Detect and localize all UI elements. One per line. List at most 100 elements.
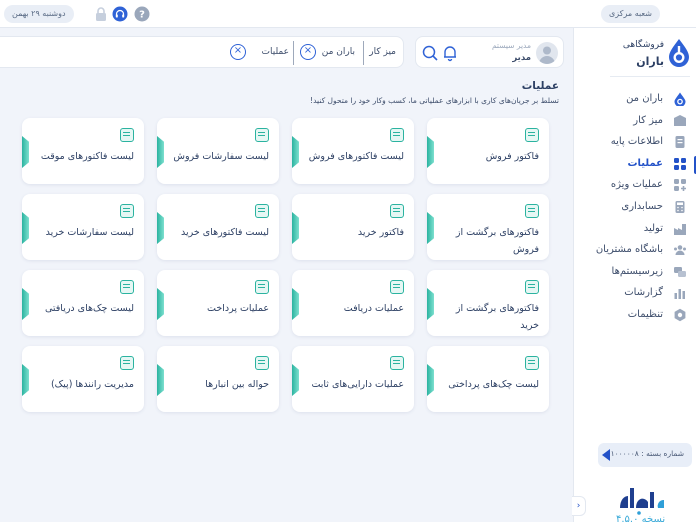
card-received-cheques-list[interactable]: لیست چک‌های دریافتی xyxy=(22,270,144,336)
customers-icon xyxy=(674,245,686,256)
card-purchase-invoice[interactable]: فاکتور خرید xyxy=(292,194,414,260)
card-paid-cheques-list[interactable]: لیست چک‌های پرداختی xyxy=(427,346,549,412)
receive-icon xyxy=(390,280,404,294)
card-label: مدیریت رانندها (پیک) xyxy=(50,379,134,390)
sidebar-item-label: تنظیمات xyxy=(627,308,663,320)
card-payment-operations[interactable]: عملیات پرداخت xyxy=(157,270,279,336)
card-label: فاکتورهای برگشت از خرید xyxy=(455,303,539,331)
package-number[interactable]: شماره بسته : ۱۰۰۰۰۰۸ xyxy=(598,443,692,467)
draft-list-icon xyxy=(120,128,134,142)
card-sales-invoice[interactable]: فاکتور فروش xyxy=(427,118,549,184)
basket-icon xyxy=(255,128,269,142)
card-accent xyxy=(292,212,299,244)
help-icon[interactable]: ? xyxy=(134,6,150,22)
card-label: حواله بین انبارها xyxy=(205,379,269,390)
tab-baran-man[interactable]: باران من × xyxy=(294,37,363,67)
package-number-label: شماره بسته : ۱۰۰۰۰۰۸ xyxy=(610,449,684,458)
card-label: لیست فاکتورهای موقت xyxy=(40,151,134,162)
card-label: لیست فاکتورهای خرید xyxy=(180,227,269,238)
asset-icon xyxy=(390,356,404,370)
desk-icon xyxy=(674,114,686,126)
gear-icon xyxy=(674,308,686,322)
user-box[interactable]: مدیر سیستم مدیر xyxy=(415,36,564,68)
sidebar-item-label: میز کار xyxy=(633,114,663,126)
card-purchase-return-invoices[interactable]: فاکتورهای برگشت از خرید xyxy=(427,270,549,336)
card-label: لیست چک‌های پرداختی xyxy=(448,379,539,390)
return-invoice-icon xyxy=(525,204,539,218)
card-draft-invoices-list[interactable]: لیست فاکتورهای موقت xyxy=(22,118,144,184)
card-sales-invoice-list[interactable]: لیست فاکتورهای فروش xyxy=(292,118,414,184)
tab-label: عملیات xyxy=(261,47,289,57)
card-label: لیست سفارشات فروش xyxy=(173,151,269,162)
card-label: فاکتورهای برگشت از فروش xyxy=(455,227,539,255)
sidebar-item-accounting[interactable]: حسابداری xyxy=(574,197,696,219)
card-accent xyxy=(22,136,29,168)
close-icon[interactable]: × xyxy=(300,44,316,60)
sidebar-collapse-button[interactable]: › xyxy=(572,496,586,516)
lock-icon[interactable] xyxy=(93,6,109,22)
card-accent xyxy=(157,212,164,244)
card-accent xyxy=(157,136,164,168)
transfer-icon xyxy=(255,356,269,370)
support-headset-icon[interactable] xyxy=(112,6,128,22)
card-accent xyxy=(427,136,434,168)
sidebar-item-special-ops[interactable]: عملیات ویژه xyxy=(574,175,696,197)
card-receive-operations[interactable]: عملیات دریافت xyxy=(292,270,414,336)
sidebar-item-desk[interactable]: میز کار xyxy=(574,111,696,133)
brand: فروشگاهی باران xyxy=(616,36,694,76)
card-label: فاکتور فروش xyxy=(485,151,539,162)
sidebar-nav: باران من میز کار اطلاعات پایه عملیات عمل… xyxy=(574,89,696,327)
card-label: لیست سفارشات خرید xyxy=(45,227,134,238)
close-icon[interactable]: × xyxy=(230,44,246,60)
sidebar-item-reports[interactable]: گزارشات xyxy=(574,283,696,305)
card-accent xyxy=(292,288,299,320)
sidebar-item-settings[interactable]: تنظیمات xyxy=(574,305,696,327)
sidebar-item-label: تولید xyxy=(643,222,663,234)
card-sales-orders-list[interactable]: لیست سفارشات فروش xyxy=(157,118,279,184)
chart-icon xyxy=(674,289,685,300)
sidebar-item-label: زیرسیستم‌ها xyxy=(611,265,663,277)
sidebar-item-operations[interactable]: عملیات xyxy=(574,154,696,176)
card-sales-return-invoices[interactable]: فاکتورهای برگشت از فروش xyxy=(427,194,549,260)
sidebar-item-production[interactable]: تولید xyxy=(574,219,696,241)
cart-icon xyxy=(255,204,269,218)
cheque-pay-icon xyxy=(525,356,539,370)
card-label: فاکتور خرید xyxy=(357,227,404,238)
card-fixed-assets-operations[interactable]: عملیات دارایی‌های ثابت xyxy=(292,346,414,412)
sidebar-item-customer-club[interactable]: باشگاه مشتریان xyxy=(574,240,696,262)
tab-label: باران من xyxy=(321,47,355,57)
branch-selector[interactable]: شعبه مرکزی xyxy=(601,5,660,23)
sidebar-item-label: باشگاه مشتریان xyxy=(595,244,663,256)
baran-logo-icon xyxy=(669,39,689,67)
card-label: لیست فاکتورهای فروش xyxy=(308,151,404,162)
cart-list-icon xyxy=(120,204,134,218)
card-label: لیست چک‌های دریافتی xyxy=(44,303,134,314)
return-purchase-icon xyxy=(525,280,539,294)
sidebar-item-label: اطلاعات پایه xyxy=(610,136,663,148)
card-label: عملیات دریافت xyxy=(343,303,404,314)
card-accent xyxy=(22,288,29,320)
avatar[interactable] xyxy=(536,42,558,64)
grid-icon xyxy=(674,157,686,170)
svg-text:?: ? xyxy=(139,10,145,21)
sidebar-item-baran-man[interactable]: باران من xyxy=(574,89,696,111)
play-arrow-icon xyxy=(602,449,610,461)
tab-desk[interactable]: میز کار xyxy=(368,37,404,67)
card-purchase-invoices-list[interactable]: لیست فاکتورهای خرید xyxy=(157,194,279,260)
sidebar-item-subsystems[interactable]: زیرسیستم‌ها xyxy=(574,262,696,284)
sidebar-item-base-info[interactable]: اطلاعات پایه xyxy=(574,132,696,154)
tab-operations[interactable]: عملیات × xyxy=(224,37,293,67)
purchase-invoice-icon xyxy=(390,204,404,218)
invoice-list-icon xyxy=(390,128,404,142)
sidebar-item-label: حسابداری xyxy=(621,200,663,212)
page-title: عملیات xyxy=(521,80,559,92)
tab-label: میز کار xyxy=(369,47,396,57)
bell-icon[interactable] xyxy=(441,44,459,62)
search-icon[interactable] xyxy=(421,44,439,62)
card-courier-management[interactable]: مدیریت رانندها (پیک) xyxy=(22,346,144,412)
card-warehouse-transfer[interactable]: حواله بین انبارها xyxy=(157,346,279,412)
sidebar-item-label: عملیات ویژه xyxy=(610,179,663,191)
open-tabs-bar: میز کار باران من × عملیات × xyxy=(0,36,404,68)
card-purchase-orders-list[interactable]: لیست سفارشات خرید xyxy=(22,194,144,260)
payment-icon xyxy=(255,280,269,294)
